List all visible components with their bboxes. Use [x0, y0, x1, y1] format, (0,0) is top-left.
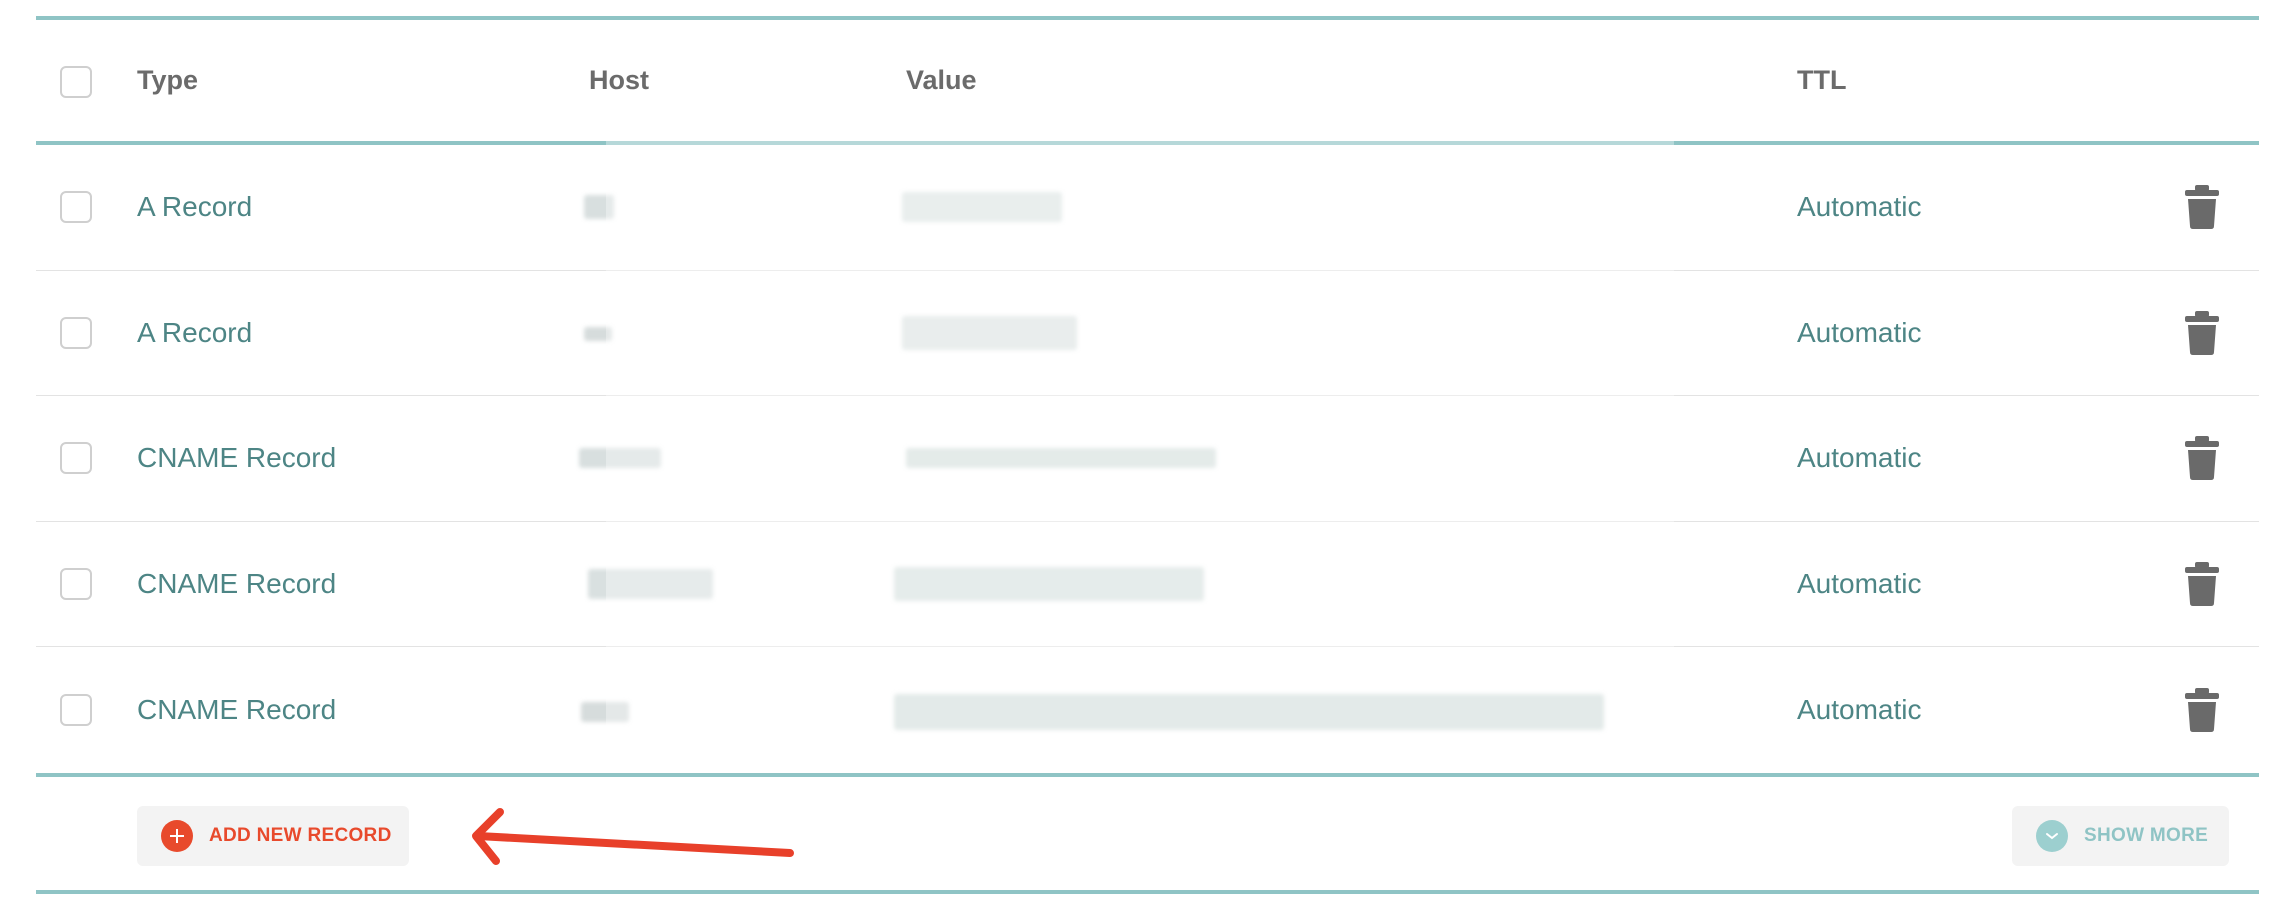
- table-row[interactable]: CNAME Record Automatic: [36, 522, 2259, 647]
- show-more-label: SHOW MORE: [2084, 825, 2209, 846]
- trash-icon[interactable]: [2184, 185, 2220, 230]
- add-new-record-button[interactable]: ADD NEW RECORD: [137, 806, 409, 866]
- record-type: A Record: [137, 316, 253, 348]
- plus-circle-icon: [161, 820, 193, 852]
- host-redacted: [579, 448, 661, 469]
- column-header-host[interactable]: Host: [589, 20, 649, 141]
- select-all-checkbox[interactable]: [60, 65, 92, 98]
- table-footer: ADD NEW RECORD SHOW MORE: [36, 777, 2259, 890]
- table-row[interactable]: A Record Automatic: [36, 271, 2259, 396]
- record-ttl: Automatic: [1797, 316, 1922, 348]
- row-checkbox[interactable]: [60, 191, 92, 224]
- value-redacted: [902, 192, 1062, 223]
- host-redacted: [584, 326, 612, 341]
- trash-icon[interactable]: [2184, 688, 2220, 732]
- column-header-value[interactable]: Value: [906, 20, 977, 141]
- host-redacted: [581, 702, 629, 722]
- column-header-type[interactable]: Type: [137, 20, 198, 141]
- row-checkbox[interactable]: [60, 442, 92, 475]
- record-ttl: Automatic: [1797, 191, 1922, 223]
- chevron-down-circle-icon: [2036, 820, 2068, 852]
- host-redacted: [584, 195, 614, 220]
- host-redacted: [588, 568, 713, 599]
- record-ttl: Automatic: [1797, 567, 1922, 599]
- table-row[interactable]: A Record Automatic: [36, 145, 2259, 271]
- show-more-button[interactable]: SHOW MORE: [2012, 806, 2229, 866]
- record-type: CNAME Record: [137, 567, 337, 599]
- trash-icon[interactable]: [2184, 310, 2220, 355]
- row-checkbox[interactable]: [60, 316, 92, 349]
- record-type: CNAME Record: [137, 442, 337, 474]
- table-row[interactable]: CNAME Record Automatic: [36, 396, 2259, 522]
- row-checkbox[interactable]: [60, 694, 92, 726]
- table-row[interactable]: CNAME Record Automatic: [36, 647, 2259, 773]
- add-new-record-label: ADD NEW RECORD: [209, 825, 392, 846]
- record-type: A Record: [137, 191, 253, 223]
- value-redacted: [894, 694, 1604, 730]
- record-type: CNAME Record: [137, 694, 337, 725]
- record-ttl: Automatic: [1797, 694, 1922, 725]
- record-ttl: Automatic: [1797, 442, 1922, 474]
- value-redacted: [902, 315, 1077, 350]
- value-redacted: [906, 448, 1216, 469]
- row-checkbox[interactable]: [60, 567, 92, 600]
- column-header-ttl[interactable]: TTL: [1797, 20, 1846, 141]
- trash-icon[interactable]: [2184, 436, 2220, 481]
- value-redacted: [894, 566, 1204, 601]
- table-header: Type Host Value TTL: [36, 20, 2259, 141]
- dns-records-table: Type Host Value TTL A Record Automatic A…: [36, 16, 2259, 894]
- trash-icon[interactable]: [2184, 561, 2220, 606]
- footer-bottom-border: [36, 890, 2259, 894]
